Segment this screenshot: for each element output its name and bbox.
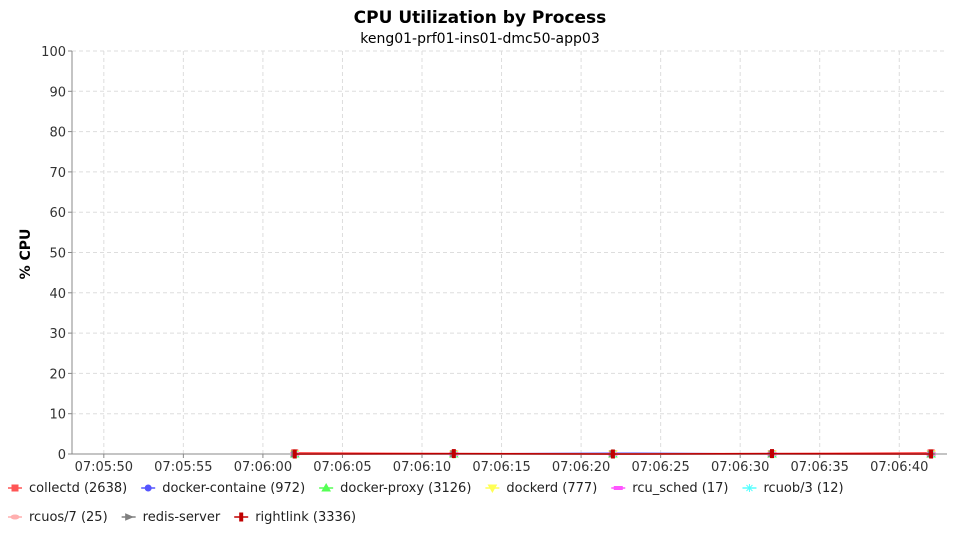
x-tick-label: 07:06:05 [313,460,371,475]
series-point [292,449,297,459]
legend-marker [613,486,623,490]
series-point [929,449,934,459]
y-tick-label: 90 [49,85,66,100]
y-tick-label: 60 [49,206,66,221]
series-point [610,449,615,459]
y-axis-label: % CPU [18,229,34,280]
legend-marker [10,514,20,520]
x-tick-label: 07:06:30 [711,460,769,475]
legend-label: docker-proxy (3126) [340,481,471,496]
legend-marker [745,484,754,492]
cpu-utilization-chart: CPU Utilization by Process keng01-prf01-… [0,0,960,540]
x-tick-label: 07:06:25 [631,460,689,475]
legend-label: rightlink (3336) [255,510,356,525]
x-tick-label: 07:06:10 [393,460,451,475]
legend-item: docker-containe (972) [141,481,305,496]
x-tick-label: 07:06:20 [552,460,610,475]
y-tick-label: 70 [49,166,66,181]
y-tick-label: 20 [49,367,66,382]
legend-marker [11,484,19,492]
x-tick-label: 07:05:50 [75,460,133,475]
y-tick-label: 30 [49,327,66,342]
legend-label: rcu_sched (17) [632,481,728,496]
legend-label: docker-containe (972) [162,481,305,496]
x-tick-label: 07:05:55 [154,460,212,475]
legend-label: rcuos/7 (25) [29,510,108,525]
x-tick-label: 07:06:15 [472,460,530,475]
chart-background [0,0,960,540]
x-tick-label: 07:06:00 [234,460,292,475]
chart-subtitle: keng01-prf01-ins01-dmc50-app03 [360,31,599,47]
y-tick-label: 80 [49,126,66,141]
x-tick-label: 07:06:35 [791,460,849,475]
chart-title: CPU Utilization by Process [354,8,607,28]
y-tick-label: 50 [49,247,66,262]
legend-label: redis-server [143,510,221,525]
legend-item: docker-proxy (3126) [319,481,471,496]
series-point [451,449,456,459]
x-tick-label: 07:06:40 [870,460,928,475]
legend-marker [144,484,152,492]
y-tick-label: 40 [49,287,66,302]
legend-label: collectd (2638) [29,481,127,496]
y-tick-label: 0 [58,448,66,463]
series-point [770,449,774,459]
legend-label: dockerd (777) [506,481,597,496]
y-tick-label: 100 [41,45,66,60]
y-tick-label: 10 [49,408,66,423]
legend-marker [239,512,244,522]
legend-label: rcuob/3 (12) [763,481,843,496]
